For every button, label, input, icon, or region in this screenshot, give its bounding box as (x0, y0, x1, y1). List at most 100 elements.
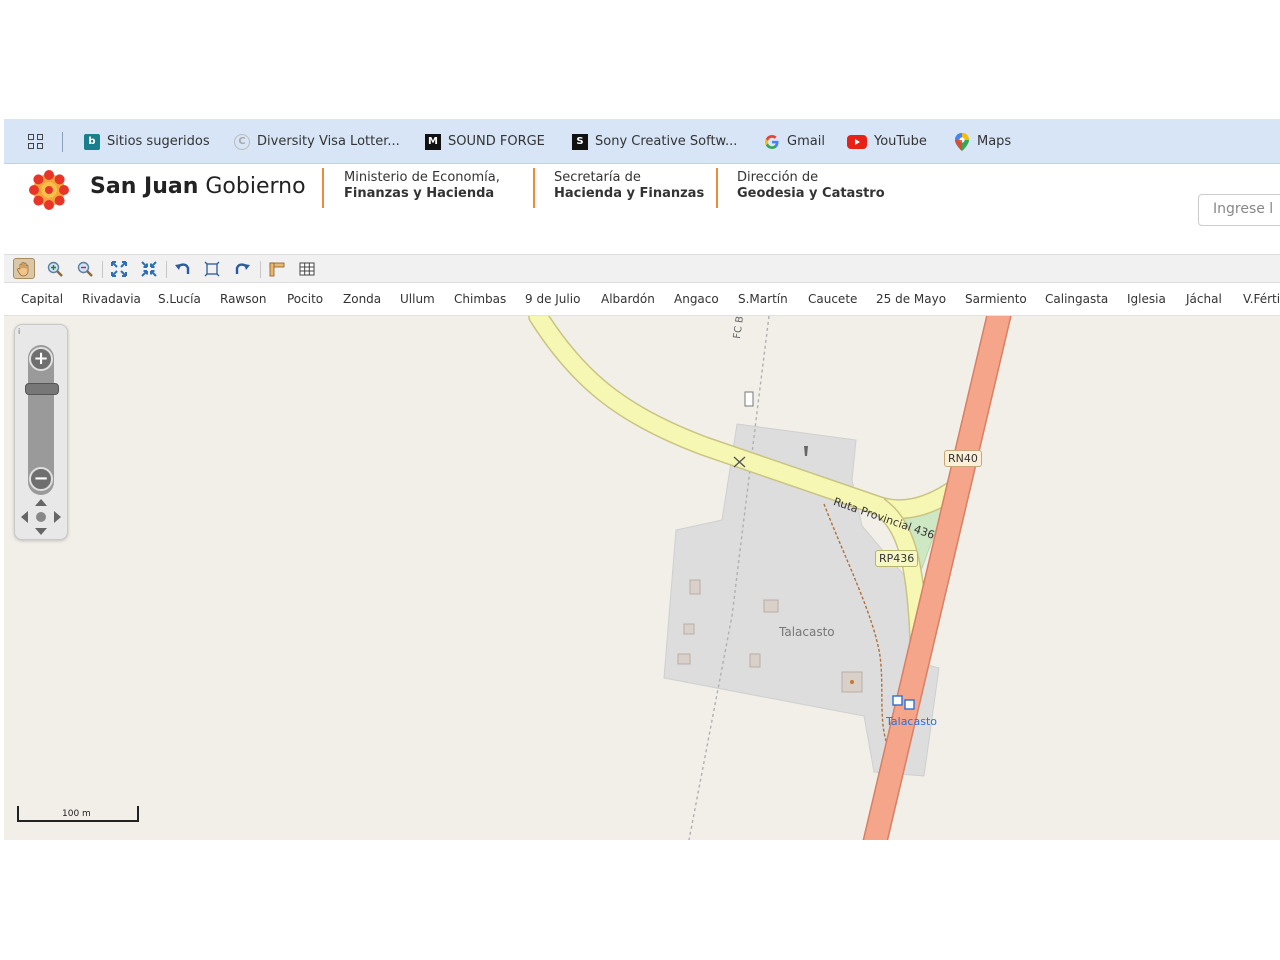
dept-link[interactable]: 9 de Julio (525, 292, 580, 306)
bookmark-label: Sony Creative Softw... (595, 134, 738, 149)
brand-name[interactable]: San Juan Gobierno (90, 172, 306, 202)
poi-marker (850, 680, 854, 684)
direccion-line2: Geodesia y Catastro (737, 186, 885, 201)
search-placeholder: Ingrese l (1213, 201, 1274, 217)
header-divider (322, 168, 324, 208)
map-toolbar (4, 254, 1280, 283)
info-icon[interactable]: i (18, 327, 20, 336)
bookmark-sound-forge[interactable]: M SOUND FORGE (425, 119, 545, 164)
maps-pin-icon (954, 132, 970, 151)
site-header: San Juan Gobierno Ministerio de Economía… (4, 164, 1280, 254)
secretaria-line2: Hacienda y Finanzas (554, 186, 705, 201)
pan-down-icon (35, 528, 47, 535)
dept-link[interactable]: Rawson (220, 292, 266, 306)
zoom-in-button[interactable]: + (29, 347, 53, 371)
san-juan-logo-icon[interactable] (24, 168, 74, 212)
pan-arrows[interactable] (19, 497, 63, 537)
dept-link[interactable]: Rivadavia (82, 292, 141, 306)
rn40-shield: RN40 (944, 450, 982, 467)
dept-link[interactable]: Chimbas (454, 292, 506, 306)
dept-link[interactable]: 25 de Mayo (876, 292, 946, 306)
building (763, 599, 779, 613)
rp436-shield: RP436 (875, 550, 919, 567)
ministerio-block[interactable]: Ministerio de Economía, Finanzas y Hacie… (344, 170, 500, 202)
youtube-icon (847, 134, 867, 150)
bookmark-label: SOUND FORGE (448, 134, 545, 149)
grid-icon[interactable] (298, 260, 316, 278)
dept-link[interactable]: Ullum (400, 292, 435, 306)
s-logo-icon: S (572, 133, 588, 150)
dept-link[interactable]: S.Lucía (158, 292, 201, 306)
scale-label: 100 m (62, 809, 91, 819)
brand-light: Gobierno (205, 174, 306, 199)
direccion-line1: Dirección de (737, 170, 819, 185)
pan-right-icon (54, 511, 61, 523)
bookmark-sony-creative[interactable]: S Sony Creative Softw... (572, 119, 737, 164)
bookmark-maps[interactable]: Maps (954, 119, 1011, 164)
header-divider (716, 168, 718, 208)
bookmark-label: Gmail (787, 134, 825, 149)
bookmarks-divider (62, 132, 63, 152)
apps-grid-icon[interactable] (28, 134, 44, 150)
page-icon: C (234, 133, 250, 150)
building (683, 623, 695, 635)
pan-hand-icon[interactable] (13, 258, 35, 279)
ministerio-line2: Finanzas y Hacienda (344, 186, 495, 201)
zoom-in-icon[interactable] (46, 260, 64, 278)
dept-link[interactable]: Albardón (601, 292, 655, 306)
search-input[interactable]: Ingrese l (1198, 194, 1280, 226)
bookmark-youtube[interactable]: YouTube (847, 119, 927, 164)
secretaria-block[interactable]: Secretaría de Hacienda y Finanzas (554, 170, 704, 202)
bookmarks-bar: b Sitios sugeridos C Diversity Visa Lott… (4, 119, 1280, 164)
map-canvas (17, 316, 1012, 840)
measure-icon[interactable] (268, 260, 286, 278)
bookmark-gmail[interactable]: Gmail (764, 119, 825, 164)
map-viewport[interactable]: FC Belgrano Ruta Provincial 436 RN40 RP4… (4, 316, 1280, 840)
zoom-fit-icon[interactable] (140, 260, 158, 278)
pan-left-icon (21, 511, 28, 523)
secretaria-line1: Secretaría de (554, 170, 641, 185)
dept-link[interactable]: Angaco (674, 292, 719, 306)
bus-stop-icon (892, 695, 903, 706)
zoom-extent-icon[interactable] (110, 260, 128, 278)
bookmark-diversity-visa[interactable]: C Diversity Visa Lotter... (234, 119, 400, 164)
brand-bold: San Juan (90, 174, 199, 199)
google-icon (764, 134, 780, 150)
departments-bar: Capital Rivadavia S.Lucía Rawson Pocito … (4, 283, 1280, 316)
dept-link[interactable]: Zonda (343, 292, 381, 306)
building (689, 579, 701, 595)
dept-link[interactable]: V.Férti (1243, 292, 1280, 306)
redo-icon[interactable] (233, 260, 251, 278)
bookmark-label: Sitios sugeridos (107, 134, 210, 149)
bus-stop-label: Talacasto (886, 715, 937, 728)
dept-link[interactable]: Jáchal (1186, 292, 1222, 306)
undo-icon[interactable] (174, 260, 192, 278)
zoom-out-button[interactable]: − (29, 467, 53, 491)
dept-link[interactable]: Sarmiento (965, 292, 1027, 306)
zoom-out-icon[interactable] (76, 260, 94, 278)
railway-station-icon (744, 391, 754, 407)
dept-link[interactable]: Pocito (287, 292, 323, 306)
town-label: Talacasto (779, 625, 835, 639)
dept-link[interactable]: Capital (21, 292, 63, 306)
select-box-icon[interactable] (203, 260, 221, 278)
bookmark-label: YouTube (874, 134, 927, 149)
zoom-slider-handle[interactable] (25, 383, 59, 395)
toolbar-divider (102, 261, 103, 278)
direccion-block[interactable]: Dirección de Geodesia y Catastro (737, 170, 885, 202)
building (677, 653, 691, 665)
dept-link[interactable]: Iglesia (1127, 292, 1166, 306)
zoom-control: i + − (14, 324, 68, 540)
dept-link[interactable]: S.Martín (738, 292, 788, 306)
pan-up-icon (35, 499, 47, 506)
building (749, 653, 761, 668)
bus-stop-icon (904, 699, 915, 710)
toolbar-divider (260, 261, 261, 278)
browser-window: b Sitios sugeridos C Diversity Visa Lott… (4, 119, 1280, 840)
bookmark-sitios-sugeridos[interactable]: b Sitios sugeridos (84, 119, 210, 164)
ministerio-line1: Ministerio de Economía, (344, 170, 500, 185)
dept-link[interactable]: Caucete (808, 292, 857, 306)
dept-link[interactable]: Calingasta (1045, 292, 1108, 306)
m-logo-icon: M (425, 133, 441, 150)
toolbar-divider (166, 261, 167, 278)
